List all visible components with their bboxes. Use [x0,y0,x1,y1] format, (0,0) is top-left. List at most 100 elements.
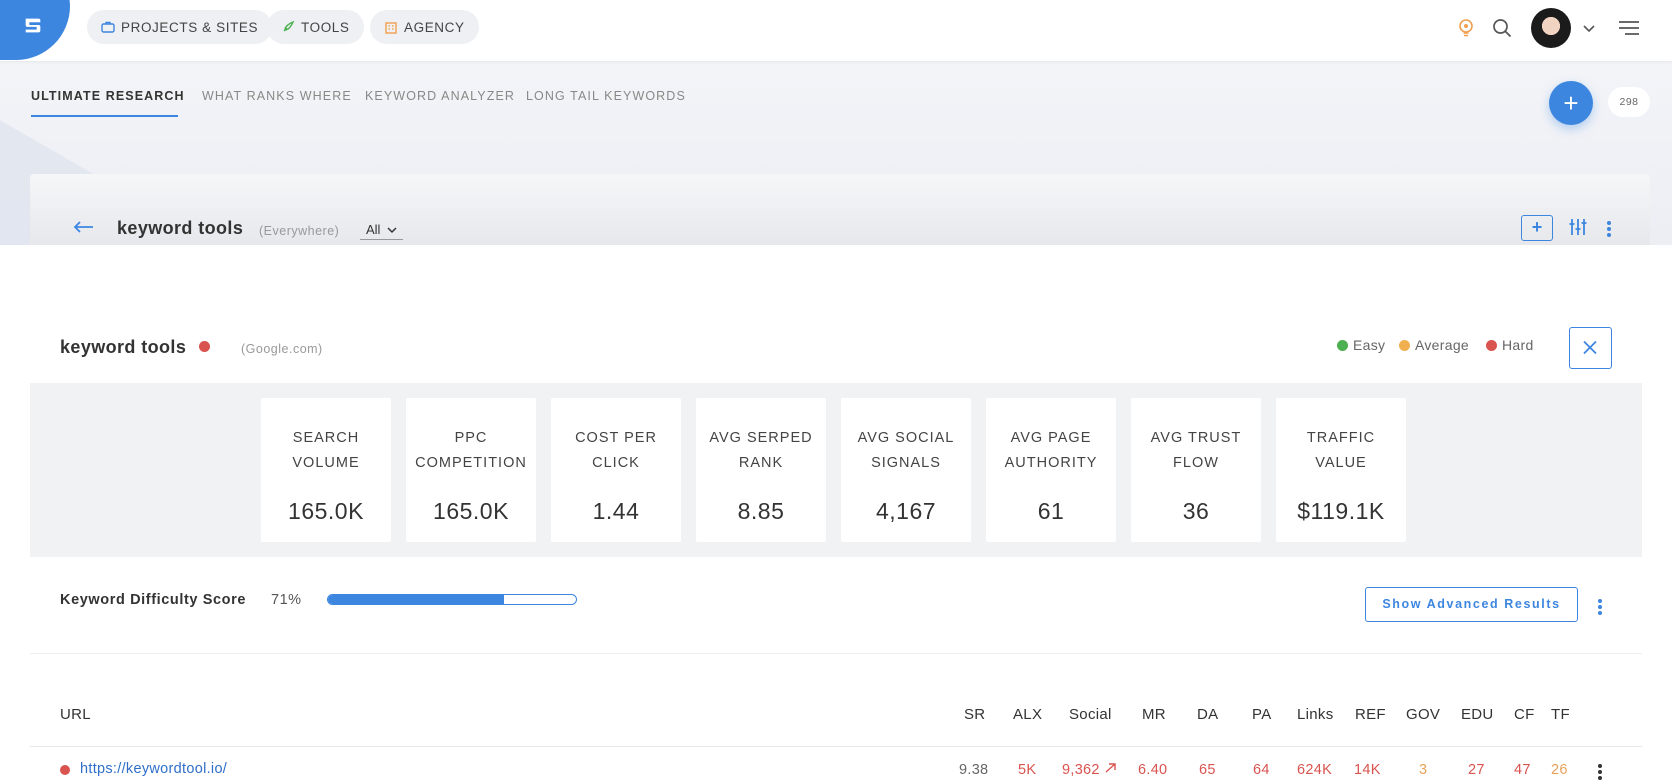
cell-tf: 26 [1551,762,1568,778]
building-icon [385,22,397,34]
filter-dropdown[interactable]: All [360,222,404,240]
stat-value: 8.85 [737,498,785,524]
avatar[interactable] [1531,8,1571,48]
column-header-sr[interactable]: SR [964,706,985,723]
stat-card: TRAFFIC VALUE $119.1K [1276,398,1406,542]
column-header-social[interactable]: Social [1069,706,1112,723]
column-header-cf[interactable]: CF [1514,706,1535,723]
cell-gov: 3 [1419,762,1428,778]
stat-value: 1.44 [592,498,640,524]
hero-band: ULTIMATE RESEARCH WHAT RANKS WHERE KEYWO… [0,61,1672,245]
stat-card: AVG PAGE AUTHORITY 61 [986,398,1116,542]
cell-cf: 47 [1514,762,1531,778]
more-options-icon[interactable] [1606,219,1612,239]
column-header-alx[interactable]: ALX [1013,706,1042,723]
nav-projects-sites[interactable]: PROJECTS & SITES [87,10,273,44]
stat-label: AVG TRUST FLOW [1150,430,1242,471]
trend-up-icon [1105,763,1116,773]
result-url-link[interactable]: https://keywordtool.io/ [80,761,227,777]
add-keyword-button[interactable]: + [1521,215,1553,241]
cell-alx: 5K [1018,762,1037,778]
legend-hard-label: Hard [1502,337,1534,353]
briefcase-icon [101,21,115,33]
cell-social-value: 9,362 [1062,762,1100,778]
stat-value: 165.0K [433,498,509,524]
stat-value: 36 [1182,498,1210,524]
stat-label: AVG SOCIAL SIGNALS [857,430,955,471]
divider [30,653,1642,654]
row-options-icon[interactable] [1597,762,1603,782]
hard-dot [1486,339,1497,351]
average-dot [1399,339,1410,351]
filter-value: All [366,222,381,237]
tab-ultimate-research[interactable]: ULTIMATE RESEARCH [31,89,185,103]
cell-links: 624K [1297,762,1333,778]
stat-label: AVG PAGE AUTHORITY [1004,430,1098,471]
column-header-edu[interactable]: EDU [1461,706,1494,723]
nav-agency[interactable]: AGENCY [370,10,479,44]
column-header-da[interactable]: DA [1197,706,1218,723]
column-header-links[interactable]: Links [1297,706,1334,723]
close-icon [1583,340,1597,355]
menu-icon[interactable] [1617,17,1641,39]
column-header-tf[interactable]: TF [1551,706,1570,723]
legend-average: Average [1399,337,1469,353]
tab-keyword-analyzer[interactable]: KEYWORD ANALYZER [365,89,515,103]
difficulty-label: Keyword Difficulty Score [60,592,247,608]
panel-engine: (Google.com) [241,342,323,356]
tab-what-ranks-where[interactable]: WHAT RANKS WHERE [202,89,352,103]
stat-value: 61 [1037,498,1065,524]
chevron-down-icon[interactable] [1580,20,1598,36]
search-icon[interactable] [1491,17,1513,39]
cell-social: 9,362 [1062,762,1118,778]
sliders-icon[interactable] [1567,216,1589,238]
add-fab-button[interactable]: + [1549,81,1593,125]
brand-logo-icon [25,18,41,33]
cell-sr: 9.38 [959,762,989,778]
legend-hard: Hard [1486,337,1534,353]
top-navigation: PROJECTS & SITES TOOLS AGENCY [0,0,1672,61]
nav-tools[interactable]: TOOLS [267,10,364,44]
stat-card: COST PER CLICK 1.44 [551,398,681,542]
row-difficulty-dot [60,765,70,775]
difficulty-percent: 71% [271,592,302,608]
more-options-icon[interactable] [1597,597,1603,617]
show-advanced-results-button[interactable]: Show Advanced Results [1365,587,1578,622]
easy-dot [1337,339,1348,351]
stat-card: AVG SERPED RANK 8.85 [696,398,826,542]
stat-card: AVG SOCIAL SIGNALS 4,167 [841,398,971,542]
stat-label: SEARCH VOLUME [292,430,360,471]
column-header-ref[interactable]: REF [1355,706,1386,723]
difficulty-dot [199,341,210,352]
stat-card: PPC COMPETITION 165.0K [406,398,536,542]
stat-value: $119.1K [1297,498,1385,524]
active-tab-indicator [31,115,178,117]
nav-tools-label: TOOLS [301,19,350,35]
table-header-divider [30,746,1642,747]
stat-value: 165.0K [288,498,364,524]
count-badge: 298 [1608,87,1650,117]
brand-logo[interactable] [0,0,70,60]
lightbulb-icon[interactable] [1455,17,1477,39]
difficulty-progress-fill [328,595,505,604]
column-header-pa[interactable]: PA [1252,706,1272,723]
cell-pa: 64 [1253,762,1270,778]
tab-long-tail-keywords[interactable]: LONG TAIL KEYWORDS [526,89,686,103]
stat-label: PPC COMPETITION [415,430,527,471]
column-header-mr[interactable]: MR [1142,706,1166,723]
cell-edu: 27 [1468,762,1485,778]
difficulty-progress-bar [327,594,577,605]
close-button[interactable] [1569,327,1612,369]
cell-mr: 6.40 [1138,762,1168,778]
back-arrow-icon[interactable] [72,220,94,234]
column-header-gov[interactable]: GOV [1406,706,1440,723]
column-header-url[interactable]: URL [60,706,91,723]
nav-projects-sites-label: PROJECTS & SITES [121,19,259,35]
legend-average-label: Average [1415,337,1469,353]
cell-da: 65 [1199,762,1216,778]
legend-easy: Easy [1337,337,1385,353]
legend-easy-label: Easy [1353,337,1386,353]
search-summary-card: keyword tools (Everywhere) All + [30,174,1650,245]
stats-band: SEARCH VOLUME 165.0K PPC COMPETITION 165.0… [30,383,1642,557]
stat-label: AVG SERPED RANK [709,430,813,471]
